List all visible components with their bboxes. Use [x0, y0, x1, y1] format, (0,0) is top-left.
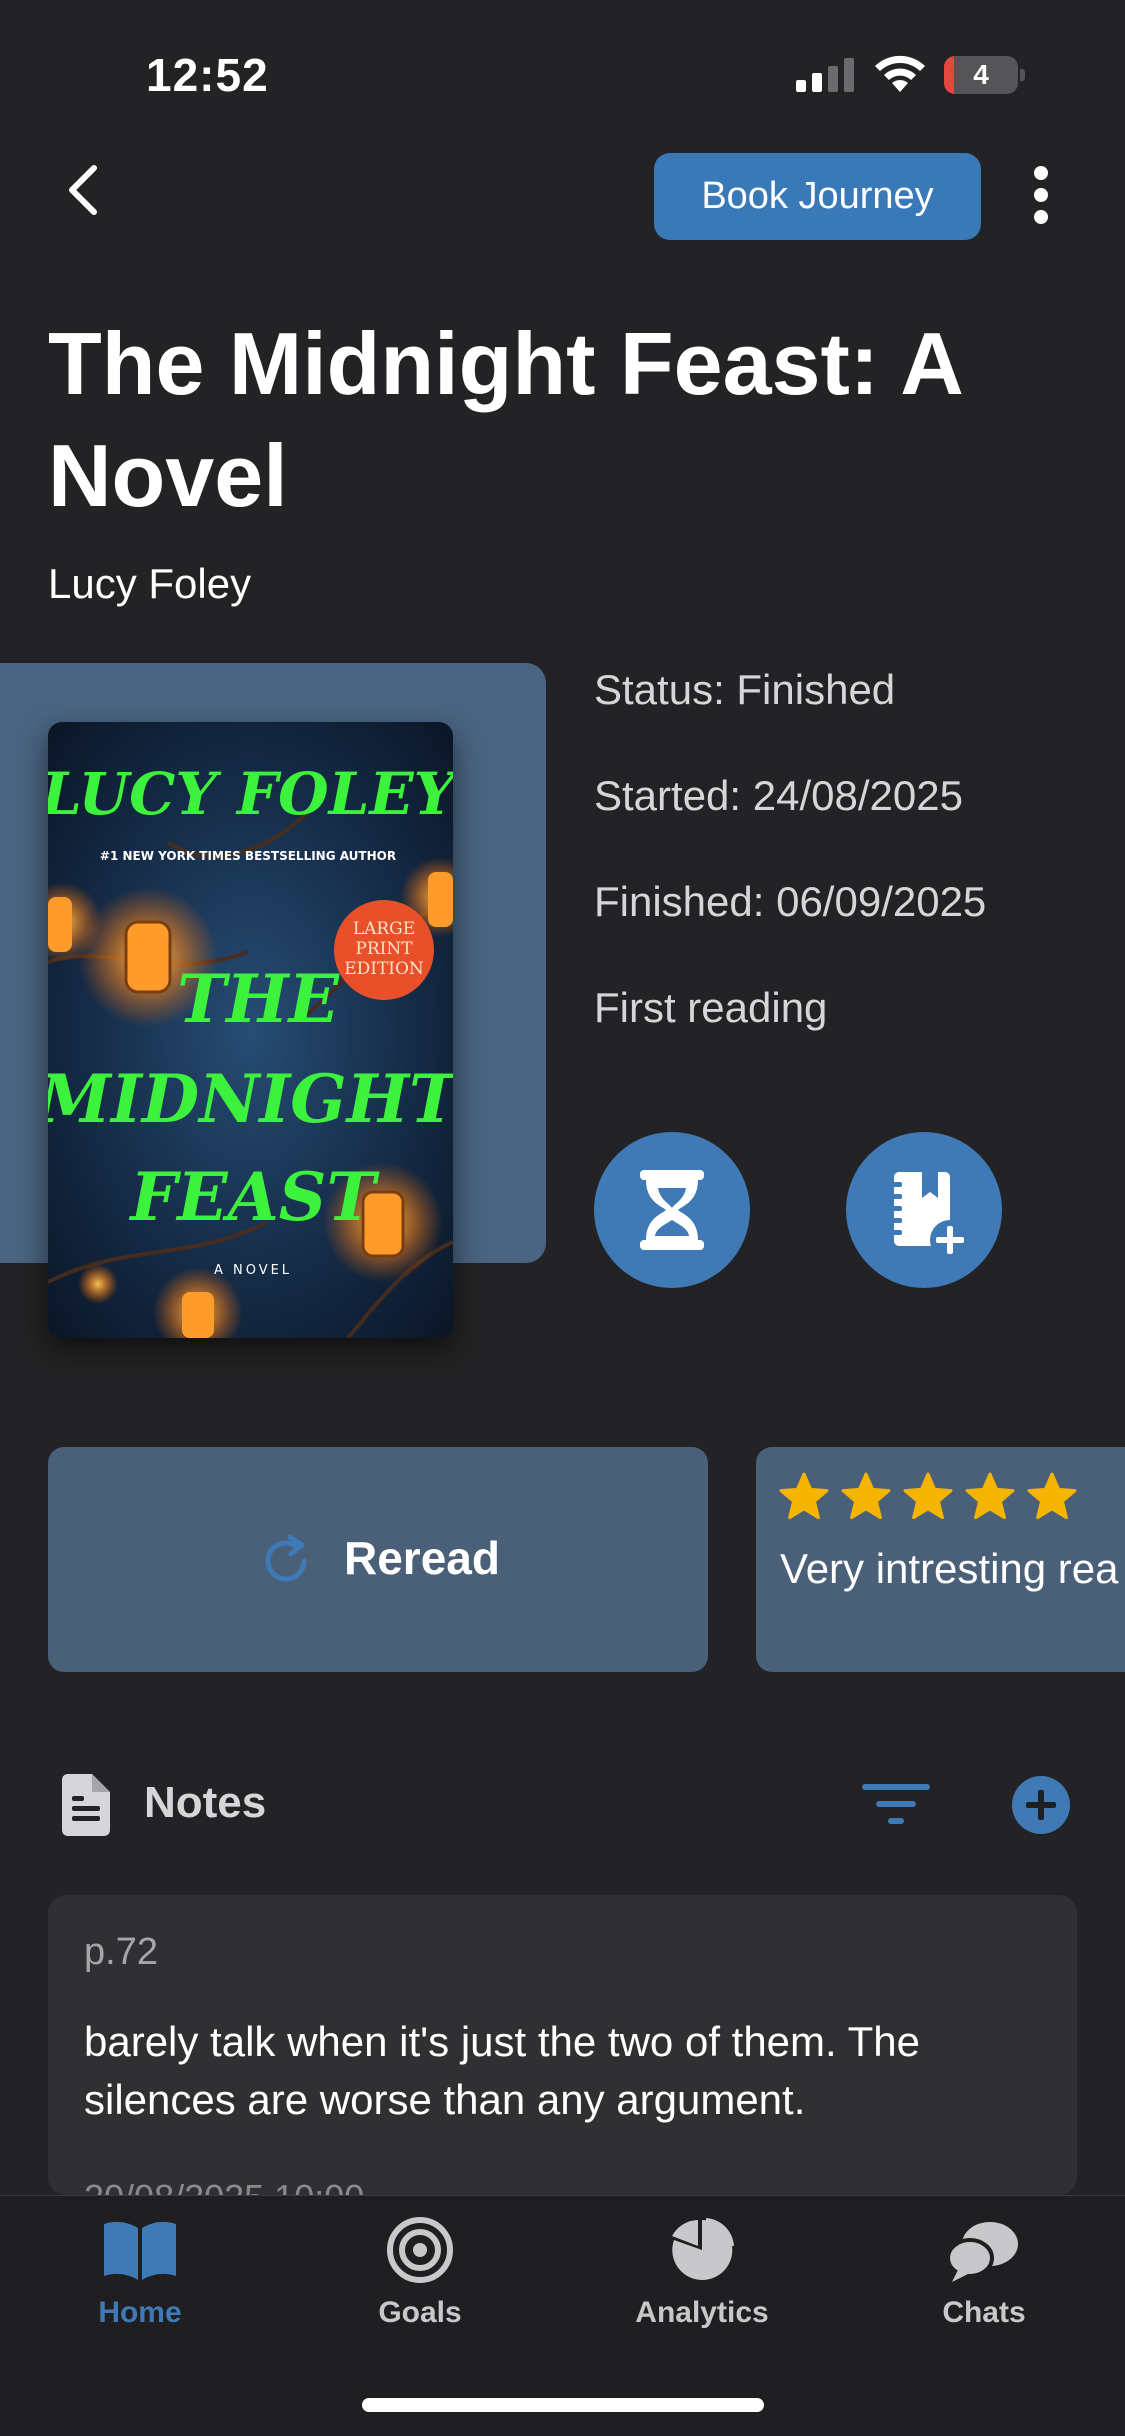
tab-home[interactable]: Home — [40, 2216, 240, 2356]
document-icon — [62, 1774, 110, 1836]
filter-icon[interactable] — [862, 1782, 930, 1826]
cover-title-line: MIDNIGHT — [48, 1060, 453, 1138]
book-title: The Midnight Feast: A Novel — [48, 314, 961, 525]
refresh-icon — [265, 1534, 307, 1582]
notes-heading: Notes — [144, 1778, 267, 1827]
cover-tagline: #1 NEW YORK TIMES BESTSELLING AUTHOR — [100, 849, 396, 863]
status-time: 12:52 — [146, 49, 269, 101]
reread-label: Reread — [344, 1532, 500, 1584]
star-icon — [903, 1472, 953, 1520]
note-card[interactable]: p.72 barely talk when it's just the two … — [48, 1895, 1077, 2195]
cellular-signal-icon — [796, 58, 854, 92]
tab-chats[interactable]: Chats — [884, 2216, 1084, 2356]
cover-artwork: LUCY FOLEY #1 NEW YORK TIMES BESTSELLING… — [48, 722, 453, 1338]
tab-label: Home — [98, 2296, 182, 2329]
finished-date: Finished: 06/09/2025 — [594, 878, 987, 925]
home-indicator — [362, 2398, 764, 2412]
star-rating — [778, 1471, 1088, 1527]
status-bar: 12:52 4 — [0, 0, 1125, 150]
notebook-add-icon — [888, 1172, 970, 1260]
note-page-number: p.72 — [84, 1931, 158, 1973]
star-icon — [779, 1472, 829, 1520]
target-icon — [387, 2217, 453, 2283]
reading-status: Status: Finished — [594, 666, 896, 713]
tab-goals[interactable]: Goals — [320, 2216, 520, 2356]
more-options-icon[interactable] — [1024, 160, 1058, 230]
reread-button[interactable]: Reread — [48, 1447, 708, 1672]
book-open-icon — [104, 2221, 176, 2280]
cover-badge-line: PRINT — [355, 939, 413, 959]
review-text: Very intresting rea — [780, 1545, 1119, 1592]
tab-label: Analytics — [635, 2296, 769, 2329]
wifi-icon — [875, 55, 925, 92]
cover-title-line: FEAST — [128, 1158, 380, 1236]
cover-subtitle: A NOVEL — [214, 1263, 292, 1278]
tab-analytics[interactable]: Analytics — [602, 2216, 802, 2356]
star-icon — [965, 1472, 1015, 1520]
cover-title-line: THE — [177, 960, 340, 1038]
back-chevron-icon[interactable] — [56, 160, 116, 220]
book-journey-button[interactable]: Book Journey — [654, 153, 981, 240]
star-icon — [841, 1472, 891, 1520]
add-circle-icon[interactable] — [1012, 1776, 1070, 1834]
note-timestamp: 20/08/2025 10:00 — [84, 2177, 364, 2195]
hourglass-icon — [640, 1170, 704, 1250]
book-cover-image[interactable]: LUCY FOLEY #1 NEW YORK TIMES BESTSELLING… — [48, 722, 453, 1338]
reading-count: First reading — [594, 984, 828, 1031]
book-author: Lucy Foley — [48, 560, 252, 607]
battery-level: 4 — [973, 59, 989, 90]
cover-author-text: LUCY FOLEY — [48, 760, 453, 828]
started-date: Started: 24/08/2025 — [594, 772, 963, 819]
chat-bubbles-icon — [946, 2222, 1018, 2282]
cover-badge-line: EDITION — [344, 959, 424, 979]
note-text: barely talk when it's just the two of th… — [84, 2018, 920, 2123]
tab-label: Goals — [378, 2296, 462, 2329]
pie-chart-icon — [672, 2218, 734, 2280]
star-icon — [1027, 1472, 1077, 1520]
cover-badge-line: LARGE — [353, 919, 415, 939]
review-card[interactable]: Very intresting rea — [756, 1447, 1125, 1672]
battery-icon: 4 — [944, 56, 1025, 94]
reading-timer-button[interactable] — [594, 1132, 750, 1288]
tab-label: Chats — [942, 2296, 1026, 2329]
add-note-button[interactable] — [846, 1132, 1002, 1288]
